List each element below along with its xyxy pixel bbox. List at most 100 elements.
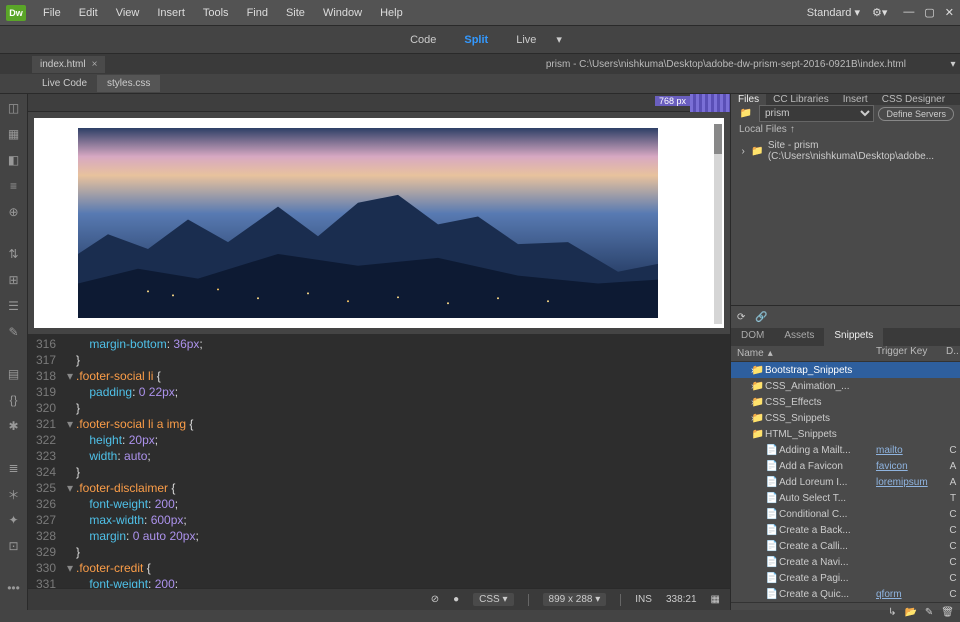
define-servers-button[interactable]: Define Servers	[878, 107, 954, 121]
link-icon[interactable]: 🔗	[755, 312, 767, 323]
status-lang[interactable]: CSS ▾	[473, 593, 513, 606]
snippet-file[interactable]: 📄Add a FaviconfaviconA	[731, 458, 960, 474]
panel-tab-insert[interactable]: Insert	[836, 94, 875, 105]
view-dropdown-icon[interactable]: ▾	[556, 33, 562, 46]
sync-settings-icon[interactable]: ⚙▾	[872, 6, 887, 19]
site-tree-root[interactable]: › 📁 Site - prism (C:\Users\nishkuma\Desk…	[731, 139, 960, 163]
lower-tab-assets[interactable]: Assets	[774, 328, 824, 346]
snippet-folder[interactable]: ›📁CSS_Effects	[731, 394, 960, 410]
tool-icon-18[interactable]: ⊡	[6, 538, 22, 554]
code-line[interactable]: 324}	[28, 464, 730, 480]
tool-icon-9[interactable]: ✎	[6, 324, 22, 340]
snippet-add-icon[interactable]: ✎	[925, 607, 933, 618]
code-line[interactable]: 316 margin-bottom: 36px;	[28, 336, 730, 352]
snippet-file[interactable]: 📄Add Loreum I...loremipsumA	[731, 474, 960, 490]
menu-tools[interactable]: Tools	[194, 7, 238, 19]
tool-icon-6[interactable]: ⇅	[6, 246, 22, 262]
code-line[interactable]: 330▾.footer-credit {	[28, 560, 730, 576]
subtab-stylescss[interactable]: styles.css	[97, 75, 160, 92]
filter-icon[interactable]: ▾	[946, 59, 960, 70]
status-dimensions[interactable]: 899 x 288 ▾	[543, 593, 607, 606]
code-line[interactable]: 331 font-weight: 200;	[28, 576, 730, 588]
ruler-breakpoint[interactable]: 768 px	[655, 96, 690, 106]
code-line[interactable]: 325▾.footer-disclaimer {	[28, 480, 730, 496]
tool-icon-12[interactable]: {}	[6, 392, 22, 408]
menu-insert[interactable]: Insert	[148, 7, 194, 19]
snippet-file[interactable]: 📄Create a Back...C	[731, 522, 960, 538]
tool-icon-13[interactable]: ✱	[6, 418, 22, 434]
tool-icon-20[interactable]: •••	[6, 580, 22, 596]
snippet-delete-icon[interactable]: 🗑	[941, 607, 954, 618]
panel-tab-files[interactable]: Files	[731, 94, 766, 105]
snippet-file[interactable]: 📄Adding a Mailt...mailtoC	[731, 442, 960, 458]
code-line[interactable]: 326 font-weight: 200;	[28, 496, 730, 512]
col-name[interactable]: Name	[737, 348, 764, 359]
snippet-insert-icon[interactable]: ↳	[888, 607, 896, 618]
tool-icon-3[interactable]: ≡	[6, 178, 22, 194]
snippet-file[interactable]: 📄Create a Quic...qformC	[731, 586, 960, 602]
live-preview[interactable]	[34, 118, 724, 328]
code-line[interactable]: 319 padding: 0 22px;	[28, 384, 730, 400]
subtab-livecode[interactable]: Live Code	[32, 75, 97, 92]
tool-icon-1[interactable]: ▦	[6, 126, 22, 142]
menu-file[interactable]: File	[34, 7, 70, 19]
snippet-folder[interactable]: ›📁CSS_Snippets	[731, 410, 960, 426]
code-line[interactable]: 322 height: 20px;	[28, 432, 730, 448]
sort-asc-icon[interactable]: ▴	[768, 348, 773, 359]
tool-icon-2[interactable]: ◧	[6, 152, 22, 168]
snippet-new-folder-icon[interactable]: 📂	[904, 607, 916, 618]
panel-tab-cc-libraries[interactable]: CC Libraries	[766, 94, 836, 105]
col-trigger[interactable]: Trigger Key	[876, 346, 946, 361]
code-line[interactable]: 323 width: auto;	[28, 448, 730, 464]
menu-help[interactable]: Help	[371, 7, 412, 19]
code-line[interactable]: 321▾.footer-social li a img {	[28, 416, 730, 432]
tool-icon-7[interactable]: ⊞	[6, 272, 22, 288]
col-d[interactable]: D..	[946, 346, 960, 361]
menu-site[interactable]: Site	[277, 7, 314, 19]
close-icon[interactable]: ✕	[945, 6, 954, 19]
tool-icon-15[interactable]: ≣	[6, 460, 22, 476]
maximize-icon[interactable]: ▢	[924, 6, 934, 19]
lower-tab-snippets[interactable]: Snippets	[824, 328, 883, 346]
tool-icon-8[interactable]: ☰	[6, 298, 22, 314]
panel-tab-css-designer[interactable]: CSS Designer	[875, 94, 952, 105]
snippet-folder[interactable]: ⌄📁HTML_Snippets	[731, 426, 960, 442]
minimize-icon[interactable]: —	[903, 6, 914, 19]
menu-view[interactable]: View	[107, 7, 149, 19]
file-tab[interactable]: index.html ×	[32, 56, 105, 73]
status-overflow-icon[interactable]: ▦	[711, 594, 720, 605]
sort-icon[interactable]: ↑	[790, 124, 795, 135]
tool-icon-17[interactable]: ✦	[6, 512, 22, 528]
code-line[interactable]: 328 margin: 0 auto 20px;	[28, 528, 730, 544]
tool-icon-0[interactable]: ◫	[6, 100, 22, 116]
code-line[interactable]: 318▾.footer-social li {	[28, 368, 730, 384]
file-tab-close-icon[interactable]: ×	[92, 59, 98, 70]
menu-find[interactable]: Find	[238, 7, 277, 19]
lower-tab-dom[interactable]: DOM	[731, 328, 774, 346]
status-check-icon[interactable]: ⊘	[431, 594, 439, 605]
code-line[interactable]: 320}	[28, 400, 730, 416]
snippet-file[interactable]: 📄Auto Select T...T	[731, 490, 960, 506]
status-insert-mode[interactable]: INS	[635, 594, 652, 605]
tool-icon-11[interactable]: ▤	[6, 366, 22, 382]
snippet-file[interactable]: 📄Create a Pagi...C	[731, 570, 960, 586]
view-code-button[interactable]: Code	[398, 30, 448, 50]
code-line[interactable]: 317}	[28, 352, 730, 368]
view-split-button[interactable]: Split	[452, 30, 500, 50]
tool-icon-4[interactable]: ⊕	[6, 204, 22, 220]
refresh-icon[interactable]: ⟳	[737, 312, 745, 323]
expand-icon[interactable]: ›	[739, 146, 747, 157]
site-select[interactable]: prism	[759, 105, 874, 122]
menu-edit[interactable]: Edit	[70, 7, 107, 19]
snippet-file[interactable]: 📄Create a Navi...C	[731, 554, 960, 570]
snippet-folder[interactable]: ›📁CSS_Animation_...	[731, 378, 960, 394]
code-line[interactable]: 327 max-width: 600px;	[28, 512, 730, 528]
preview-scrollbar[interactable]	[714, 124, 722, 324]
snippet-file[interactable]: 📄Create a Calli...C	[731, 538, 960, 554]
menu-window[interactable]: Window	[314, 7, 371, 19]
snippet-folder[interactable]: ›📁Bootstrap_Snippets	[731, 362, 960, 378]
tool-icon-16[interactable]: ＊	[6, 486, 22, 502]
code-line[interactable]: 329}	[28, 544, 730, 560]
view-live-button[interactable]: Live	[504, 30, 548, 50]
snippet-file[interactable]: 📄Conditional C...C	[731, 506, 960, 522]
